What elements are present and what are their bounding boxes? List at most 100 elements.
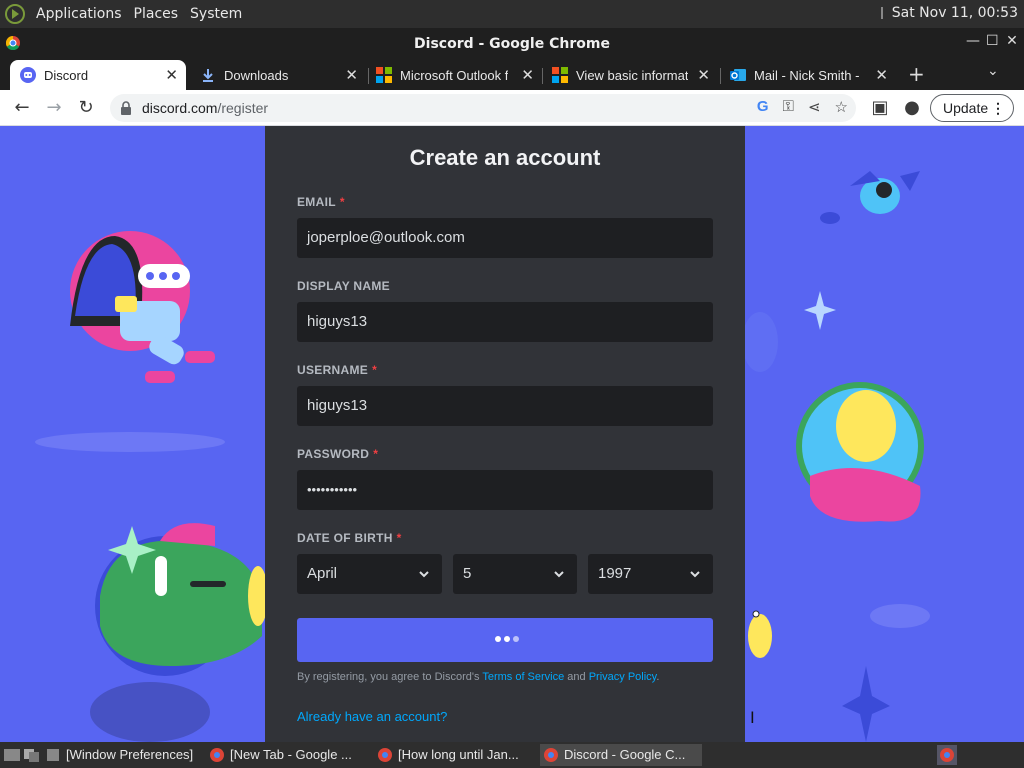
bookmark-star-icon[interactable]: ☆	[835, 98, 848, 116]
forward-icon[interactable]: →	[42, 96, 66, 120]
update-button[interactable]: Update ⋮	[930, 94, 1014, 122]
profile-avatar-icon[interactable]: ●	[900, 96, 924, 120]
address-bar[interactable]: discord.com/register G ⚿ ⋖ ☆	[110, 94, 856, 122]
tab-close-icon[interactable]: ✕	[875, 66, 888, 84]
tab-close-icon[interactable]: ✕	[345, 66, 358, 84]
text-cursor-icon: I	[750, 708, 755, 727]
legal-suffix: .	[656, 671, 660, 683]
page-title: Create an account	[409, 145, 601, 170]
privacy-policy-link[interactable]: Privacy Policy	[589, 671, 657, 683]
taskbar-item-new-tab[interactable]: [New Tab - Google ...	[206, 744, 366, 766]
required-marker: *	[339, 195, 345, 209]
lock-icon[interactable]	[120, 101, 132, 115]
places-menu[interactable]: Places	[128, 6, 185, 22]
tab-label: Mail - Nick Smith -	[754, 67, 860, 83]
loading-spinner-icon	[495, 636, 519, 642]
clock-text: Sat Nov 11, 00:53	[891, 5, 1018, 21]
password-label: PASSWORD *	[297, 447, 378, 461]
window-title: Discord - Google Chrome	[414, 36, 610, 52]
url-path: /register	[217, 100, 269, 116]
required-marker: *	[372, 363, 378, 377]
chrome-icon	[544, 748, 558, 762]
tab-view-basic-info[interactable]: View basic informat ✕	[542, 60, 718, 90]
username-field[interactable]: higuys13	[297, 386, 713, 426]
more-menu-icon[interactable]: ⋮	[991, 95, 1005, 121]
google-lens-icon[interactable]: G	[757, 98, 769, 116]
tab-strip: Discord ✕ Downloads ✕ Microsoft Outlook …	[0, 56, 1024, 90]
chrome-icon	[210, 748, 224, 762]
tab-close-icon[interactable]: ✕	[165, 66, 178, 84]
tab-mail[interactable]: Mail - Nick Smith - ✕	[720, 60, 896, 90]
chevron-down-icon	[419, 571, 429, 578]
tab-discord[interactable]: Discord ✕	[10, 60, 186, 90]
panel-clock[interactable]: Sat Nov 11, 00:53	[878, 5, 1018, 21]
share-icon[interactable]: ⋖	[808, 98, 821, 116]
tab-close-icon[interactable]: ✕	[521, 66, 534, 84]
email-label: EMAIL *	[297, 195, 345, 209]
continue-button[interactable]	[297, 618, 713, 662]
back-icon[interactable]: ←	[10, 96, 34, 120]
chevron-down-icon	[690, 571, 700, 578]
dob-label: DATE OF BIRTH *	[297, 531, 402, 545]
dob-day-value: 5	[463, 565, 472, 582]
tab-close-icon[interactable]: ✕	[697, 66, 710, 84]
task-label: Discord - Google C...	[564, 747, 686, 762]
url-text: discord.com/register	[142, 100, 268, 116]
minimize-icon[interactable]: —	[966, 34, 980, 48]
email-label-text: EMAIL	[297, 195, 336, 209]
login-link[interactable]: Already have an account?	[297, 709, 447, 724]
chrome-icon	[6, 36, 20, 50]
required-marker: *	[373, 447, 379, 461]
chevron-down-icon	[554, 571, 564, 578]
reload-icon[interactable]: ↻	[74, 96, 98, 120]
dob-label-text: DATE OF BIRTH	[297, 531, 393, 545]
tab-downloads[interactable]: Downloads ✕	[190, 60, 366, 90]
new-tab-icon[interactable]: +	[908, 62, 925, 86]
system-menu[interactable]: System	[184, 6, 248, 22]
legal-prefix: By registering, you agree to Discord's	[297, 671, 483, 683]
username-label-text: USERNAME	[297, 363, 369, 377]
applications-menu[interactable]: Applications	[30, 6, 128, 22]
window-list-icon[interactable]	[24, 747, 40, 763]
legal-and: and	[564, 671, 589, 683]
tab-outlook-signup[interactable]: Microsoft Outlook f ✕	[366, 60, 542, 90]
discord-icon	[20, 67, 36, 83]
tab-label: Microsoft Outlook f	[400, 67, 509, 83]
dob-day-select[interactable]: 5	[453, 554, 577, 594]
tab-label: Downloads	[224, 67, 289, 83]
taskbar-item-how-long[interactable]: [How long until Jan...	[374, 744, 534, 766]
window-titlebar[interactable]: Discord - Google Chrome — ☐ ✕	[0, 28, 1024, 56]
taskbar-item-discord[interactable]: Discord - Google C...	[540, 744, 702, 766]
maximize-icon[interactable]: ☐	[986, 34, 999, 48]
chrome-icon	[378, 748, 392, 762]
dob-month-value: April	[307, 565, 338, 582]
microsoft-icon	[376, 67, 392, 83]
password-label-text: PASSWORD	[297, 447, 370, 461]
key-icon[interactable]: ⚿	[783, 98, 794, 116]
chevron-down-icon[interactable]: ⌄	[987, 63, 999, 79]
panel-separator-icon	[880, 7, 883, 19]
side-panel-icon[interactable]: ▣	[868, 96, 892, 120]
window-icon	[47, 749, 59, 761]
dob-month-select[interactable]: April	[297, 554, 442, 594]
task-label: [New Tab - Google ...	[230, 747, 352, 762]
email-field[interactable]: joperploe@outlook.com	[297, 218, 713, 258]
legal-text: By registering, you agree to Discord's T…	[297, 671, 717, 683]
password-field[interactable]: •••••••••••	[297, 470, 713, 510]
terms-of-service-link[interactable]: Terms of Service	[482, 671, 564, 683]
register-form: Create an account EMAIL * joperploe@outlo…	[265, 126, 745, 742]
username-label: USERNAME *	[297, 363, 377, 377]
task-label: [How long until Jan...	[398, 747, 519, 762]
close-window-icon[interactable]: ✕	[1006, 34, 1018, 48]
display-name-field[interactable]: higuys13	[297, 302, 713, 342]
show-desktop-icon[interactable]	[4, 747, 20, 763]
dob-year-select[interactable]: 1997	[588, 554, 713, 594]
browser-toolbar: ← → ↻ discord.com/register G ⚿ ⋖ ☆ ▣ ● U…	[0, 90, 1024, 126]
taskbar-item-window-preferences[interactable]: [Window Preferences]	[42, 744, 202, 766]
required-marker: *	[396, 531, 402, 545]
outlook-icon	[730, 69, 746, 81]
tab-label: Discord	[44, 67, 89, 83]
workspace-switcher-icon[interactable]	[937, 745, 957, 765]
tab-label: View basic informat	[576, 67, 689, 83]
gnome-foot-icon[interactable]	[4, 3, 26, 25]
